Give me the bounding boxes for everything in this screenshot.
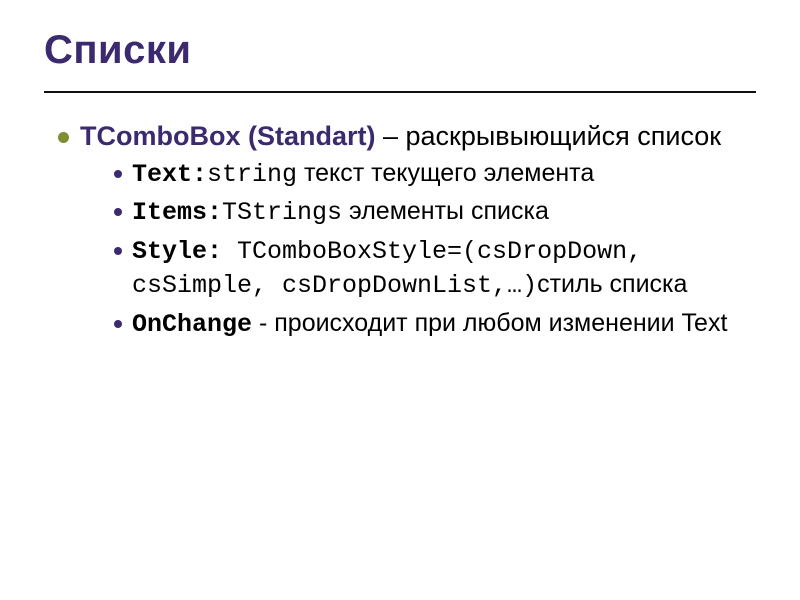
- divider: [44, 91, 756, 93]
- property-type: TStrings: [222, 198, 342, 227]
- property-desc: текст текущего элемента: [297, 159, 594, 187]
- property-desc: элементы списка: [342, 197, 549, 225]
- property-name: Style:: [132, 237, 222, 266]
- bullet-list-level1: TComboBox (Standart) – раскрывыющийся сп…: [44, 119, 756, 341]
- term-description: раскрывыющийся список: [406, 121, 722, 151]
- property-name: Text:: [132, 160, 207, 189]
- term: TComboBox (Standart): [80, 121, 375, 151]
- property-desc: - происходит при любом изменении Text: [252, 309, 727, 337]
- property-type: string: [207, 160, 297, 189]
- bullet-list-level2: Text:string текст текущего элемента Item…: [80, 157, 756, 342]
- list-item: Style: TComboBoxStyle=(csDropDown, csSim…: [114, 234, 756, 303]
- list-item: Items:TStrings элементы списка: [114, 195, 756, 230]
- slide: Списки TComboBox (Standart) – раскрывыющ…: [0, 0, 800, 600]
- slide-title: Списки: [44, 28, 756, 73]
- list-item: OnChange - происходит при любом изменени…: [114, 307, 756, 342]
- list-item: TComboBox (Standart) – раскрывыющийся сп…: [58, 119, 756, 341]
- property-name: OnChange: [132, 310, 252, 339]
- list-item: Text:string текст текущего элемента: [114, 157, 756, 192]
- property-desc: стиль списка: [537, 270, 687, 298]
- dash: –: [375, 121, 405, 151]
- property-name: Items:: [132, 198, 222, 227]
